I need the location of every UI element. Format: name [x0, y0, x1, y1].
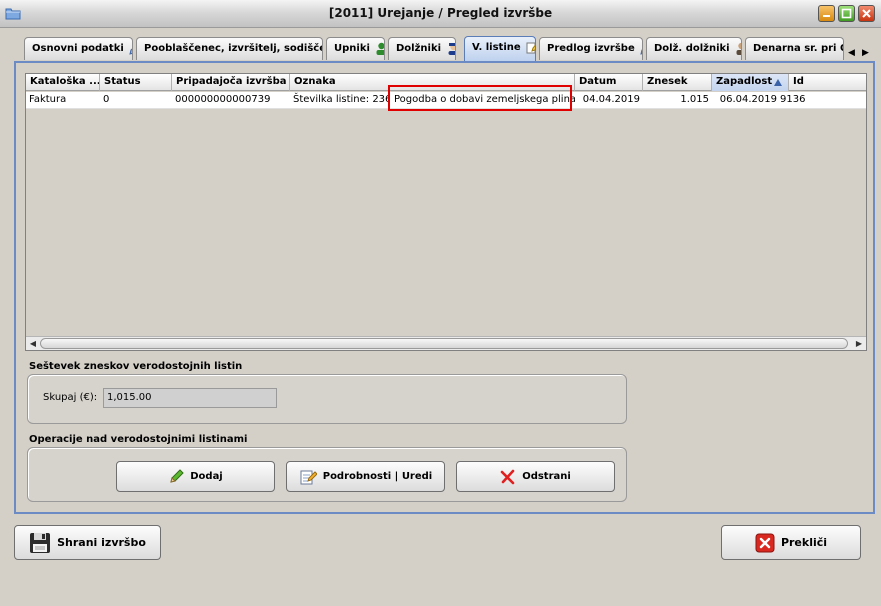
column-znesek[interactable]: Znesek [643, 74, 712, 91]
horizontal-scrollbar[interactable]: ◀ ▶ [26, 336, 866, 350]
pencil-icon [170, 468, 184, 483]
add-button[interactable]: Dodaj [116, 461, 275, 492]
tab-label: Dolžniki [396, 43, 442, 54]
maximize-icon [841, 8, 852, 19]
user-green-icon [376, 42, 384, 55]
cell-zapadlost: 06.04.2019 [719, 94, 777, 105]
title-bar: [2011] Urejanje / Pregled izvršbe [0, 0, 881, 28]
scroll-left-icon[interactable]: ◀ [27, 338, 39, 350]
tab-label: Dolž. dolžniki [654, 43, 730, 54]
cell-datum: 04.04.2019 [582, 94, 640, 105]
tab-label: Osnovni podatki [32, 43, 124, 54]
tab-label: Pooblaščenec, izvršitelj, sodišče [144, 43, 323, 54]
user-police-icon [448, 42, 455, 55]
tab-v-listine[interactable]: V. listine [464, 36, 536, 61]
tab-denarna-sr[interactable]: Denarna sr. pri O [745, 37, 844, 60]
scroll-thumb[interactable] [40, 338, 848, 349]
column-izvrsba[interactable]: Pripadajoča izvršba [172, 74, 290, 91]
tab-strip: Osnovni podatki Pooblaščenec, izvršitelj… [24, 36, 844, 61]
document-pencil-icon [526, 42, 535, 53]
cancel-button[interactable]: Prekliči [721, 525, 861, 560]
column-datum[interactable]: Datum [575, 74, 643, 91]
remove-button-label: Odstrani [522, 471, 571, 482]
cancel-button-label: Prekliči [780, 536, 828, 549]
edit-button-label: Podrobnosti | Uredi [322, 471, 433, 482]
column-zapadlost-label: Zapadlost [716, 76, 773, 87]
operations-group: Dodaj Podrobnosti | Uredi Odstrani [27, 447, 627, 502]
cell-id: 9136 [780, 94, 806, 105]
save-button[interactable]: Shrani izvršbo [14, 525, 161, 560]
close-icon [862, 9, 871, 18]
cell-izvrsba: 000000000000739 [175, 94, 271, 105]
save-button-label: Shrani izvršbo [57, 536, 146, 549]
tab-pooblascenec[interactable]: Pooblaščenec, izvršitelj, sodišče [136, 37, 323, 60]
cancel-icon [755, 533, 775, 552]
column-id[interactable]: Id [789, 74, 866, 91]
column-zapadlost[interactable]: Zapadlost [712, 74, 789, 91]
window-title: [2011] Urejanje / Pregled izvršbe [328, 6, 553, 20]
documents-grid[interactable]: Kataloška ... Status Pripadajoča izvršba… [25, 73, 867, 351]
pencil-icon [129, 48, 132, 55]
edit-document-icon [300, 470, 317, 484]
minimize-button[interactable] [818, 5, 835, 22]
pencil-icon [640, 49, 642, 55]
tab-label: Predlog izvršbe [547, 43, 635, 54]
tab-content-panel: Kataloška ... Status Pripadajoča izvršba… [14, 61, 875, 514]
operations-group-label: Operacije nad verodostojnimi listinami [29, 434, 248, 445]
close-button[interactable] [858, 5, 875, 22]
cell-znesek: 1.015 [680, 94, 709, 105]
highlight-box [388, 85, 572, 111]
total-label: Skupaj (€): [43, 392, 98, 403]
tab-scroll-left-icon[interactable]: ◀ [848, 48, 855, 58]
tab-label: Denarna sr. pri O [753, 43, 844, 54]
user-dark-icon [736, 42, 741, 55]
tab-label: V. listine [472, 42, 521, 53]
tab-dolzniki[interactable]: Dolžniki [388, 37, 456, 60]
summary-group: Skupaj (€): 1,015.00 [27, 374, 627, 424]
add-button-label: Dodaj [190, 471, 223, 482]
delete-icon [500, 469, 515, 484]
floppy-disk-icon [30, 532, 51, 553]
minimize-icon [823, 15, 830, 17]
maximize-button[interactable] [838, 5, 855, 22]
tab-upniki[interactable]: Upniki [326, 37, 385, 60]
cell-katalog: Faktura [29, 94, 67, 105]
remove-button[interactable]: Odstrani [456, 461, 615, 492]
tab-predlog-izvrsbe[interactable]: Predlog izvršbe [539, 37, 643, 60]
cell-oznaka-prefix: Številka listine: 2365501 [293, 94, 390, 105]
cell-status: 0 [103, 94, 110, 105]
tab-dolz-dolzniki[interactable]: Dolž. dolžniki [646, 37, 742, 60]
tab-osnovni-podatki[interactable]: Osnovni podatki [24, 37, 133, 60]
scroll-right-icon[interactable]: ▶ [853, 338, 865, 350]
summary-group-label: Seštevek zneskov verodostojnih listin [29, 361, 243, 372]
sort-ascending-icon [774, 79, 782, 86]
tab-scroll-right-icon[interactable]: ▶ [862, 48, 869, 58]
column-status[interactable]: Status [100, 74, 172, 91]
column-katalog[interactable]: Kataloška ... [26, 74, 100, 91]
edit-button[interactable]: Podrobnosti | Uredi [286, 461, 445, 492]
total-value-field: 1,015.00 [103, 388, 277, 408]
tab-label: Upniki [334, 43, 370, 54]
